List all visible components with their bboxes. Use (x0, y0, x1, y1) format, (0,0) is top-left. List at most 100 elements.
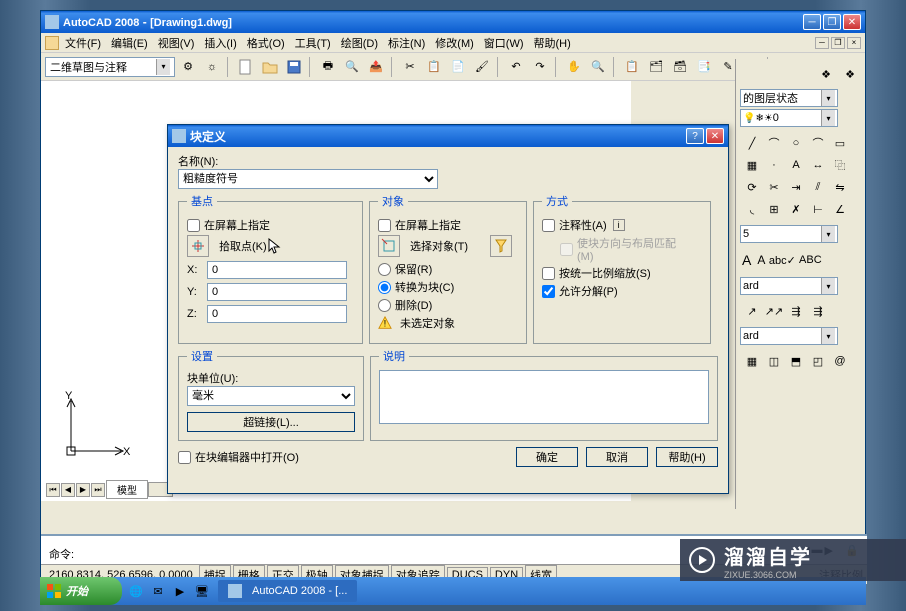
cancel-button[interactable]: 取消 (586, 447, 648, 467)
menu-format[interactable]: 格式(O) (243, 33, 289, 53)
erase-icon[interactable]: ✗ (786, 199, 806, 219)
menu-tools[interactable]: 工具(T) (291, 33, 335, 53)
menu-edit[interactable]: 编辑(E) (107, 33, 152, 53)
hyperlink-button[interactable]: 超链接(L)... (187, 412, 355, 432)
leader-icon[interactable]: ↗ (742, 301, 762, 321)
gear-icon[interactable]: ⚙ (177, 56, 199, 78)
pan-icon[interactable]: ✋ (563, 56, 585, 78)
new-icon[interactable] (235, 56, 257, 78)
menu-modify[interactable]: 修改(M) (431, 33, 478, 53)
model-tab[interactable]: 模型 (106, 480, 148, 499)
x-input[interactable] (207, 261, 347, 279)
mdi-minimize[interactable]: ─ (815, 37, 829, 49)
annotative-check[interactable] (542, 219, 555, 232)
z-input[interactable] (207, 305, 347, 323)
point-icon[interactable]: · (764, 155, 784, 175)
sheet-icon[interactable]: 📑 (693, 56, 715, 78)
mirror-icon[interactable]: ⇋ (830, 177, 850, 197)
sun-icon[interactable]: ☼ (201, 56, 223, 78)
mdi-restore[interactable]: ❐ (831, 37, 845, 49)
layer-new-icon[interactable]: ❖ (815, 63, 837, 85)
copy-icon[interactable]: 📋 (423, 56, 445, 78)
insert-icon[interactable]: ⬒ (786, 351, 806, 371)
rotate-icon[interactable]: ⟳ (742, 177, 762, 197)
spell-icon[interactable]: abc✓ (771, 249, 793, 271)
tab-last[interactable]: ⏭ (91, 483, 105, 497)
select-objects-button[interactable] (378, 235, 400, 257)
save-icon[interactable] (283, 56, 305, 78)
menu-dimension[interactable]: 标注(N) (384, 33, 429, 53)
start-button[interactable]: 开始 (40, 577, 122, 605)
dialog-help-button[interactable]: ? (686, 128, 704, 144)
obj-onscreen-check[interactable] (378, 219, 391, 232)
convert-radio[interactable] (378, 281, 391, 294)
tab-first[interactable]: ⏮ (46, 483, 60, 497)
copy-icon2[interactable]: ⿻ (830, 155, 850, 175)
close-button[interactable]: ✕ (843, 14, 861, 30)
workspace-combo[interactable]: 二维草图与注释▾ (45, 57, 175, 77)
unit-combo[interactable]: 毫米 (187, 386, 355, 406)
line-icon[interactable]: ╱ (742, 133, 762, 153)
redo-icon[interactable]: ↷ (529, 56, 551, 78)
help-button[interactable]: 帮助(H) (656, 447, 718, 467)
dtext-icon[interactable]: A (757, 253, 765, 267)
mleader-icon[interactable]: ↗↗ (764, 301, 784, 321)
description-textarea[interactable] (379, 370, 709, 424)
table-icon[interactable]: ▦ (742, 351, 762, 371)
fillet-icon[interactable]: ◟ (742, 199, 762, 219)
name-combo[interactable]: 粗糙度符号 (178, 169, 438, 189)
layer-state-combo[interactable]: 的图层状态▾ (740, 89, 838, 107)
paste-icon[interactable]: 📄 (447, 56, 469, 78)
quick-select-button[interactable] (490, 235, 512, 257)
mleader-style-combo[interactable]: ard▾ (740, 327, 838, 345)
preview-icon[interactable]: 🔍 (341, 56, 363, 78)
menu-file[interactable]: 文件(F) (61, 33, 105, 53)
delete-radio[interactable] (378, 299, 391, 312)
extend-icon[interactable]: ⇥ (786, 177, 806, 197)
array-icon[interactable]: ⊞ (764, 199, 784, 219)
dcenter-icon[interactable]: 🗂 (645, 56, 667, 78)
menu-insert[interactable]: 插入(I) (200, 33, 240, 53)
pline-icon[interactable]: ⌒ (764, 133, 784, 153)
open-editor-check[interactable] (178, 451, 191, 464)
menu-help[interactable]: 帮助(H) (530, 33, 575, 53)
undo-icon[interactable]: ↶ (505, 56, 527, 78)
ql-ie-icon[interactable]: 🌐 (128, 583, 144, 599)
ok-button[interactable]: 确定 (516, 447, 578, 467)
info-icon[interactable]: i (613, 219, 625, 231)
retain-radio[interactable] (378, 263, 391, 276)
mlb-icon[interactable]: ⇶ (808, 301, 828, 321)
mtext-icon[interactable]: A (742, 252, 751, 268)
print-icon[interactable]: 🖶 (317, 56, 339, 78)
rect-icon[interactable]: ▭ (830, 133, 850, 153)
restore-button[interactable]: ❐ (823, 14, 841, 30)
menu-view[interactable]: 视图(V) (154, 33, 199, 53)
ql-media-icon[interactable]: ▶ (172, 583, 188, 599)
arc-icon[interactable]: ⌒ (808, 133, 828, 153)
move-icon[interactable]: ↔ (808, 155, 828, 175)
circle-icon[interactable]: ○ (786, 133, 806, 153)
explode-check[interactable] (542, 285, 555, 298)
scale-check[interactable] (542, 267, 555, 280)
ql-desktop-icon[interactable]: 🖥 (194, 583, 210, 599)
open-icon[interactable] (259, 56, 281, 78)
hatch-icon[interactable]: ▦ (742, 155, 762, 175)
menu-window[interactable]: 窗口(W) (480, 33, 528, 53)
trim-icon[interactable]: ✂ (764, 177, 784, 197)
dim-linear-icon[interactable]: ⊢ (808, 199, 828, 219)
props-icon[interactable]: 📋 (621, 56, 643, 78)
layer-combo[interactable]: 💡❄☀ 0▾ (740, 109, 838, 127)
base-onscreen-check[interactable] (187, 219, 200, 232)
cut-icon[interactable]: ✂ (399, 56, 421, 78)
mla-icon[interactable]: ⇶ (786, 301, 806, 321)
menu-draw[interactable]: 绘图(D) (337, 33, 382, 53)
offset-icon[interactable]: ⫽ (808, 177, 828, 197)
text-icon[interactable]: A (786, 155, 806, 175)
dialog-close-button[interactable]: ✕ (706, 128, 724, 144)
publish-icon[interactable]: 📤 (365, 56, 387, 78)
ql-mail-icon[interactable]: ✉ (150, 583, 166, 599)
match-icon[interactable]: 🖌 (471, 56, 493, 78)
zoom-icon[interactable]: 🔍 (587, 56, 609, 78)
find-icon[interactable]: ABC (799, 249, 821, 271)
layer-states-icon[interactable]: ❖ (839, 63, 861, 85)
